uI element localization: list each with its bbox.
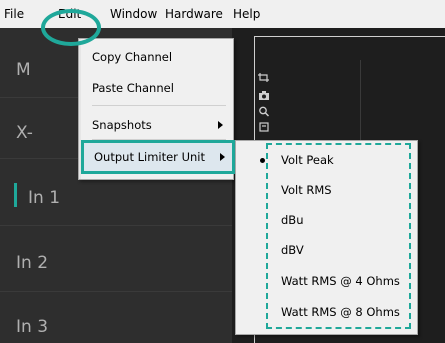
channel-divider xyxy=(0,225,232,226)
edit-menu-highlight-circle xyxy=(41,9,101,46)
menu-hardware[interactable]: Hardware xyxy=(165,7,223,21)
active-channel-marker xyxy=(14,183,17,207)
menu-help[interactable]: Help xyxy=(233,7,260,21)
channel-row[interactable]: In 3 xyxy=(0,317,232,337)
selected-bullet-icon xyxy=(260,158,265,163)
menu-item-paste-channel[interactable]: Paste Channel xyxy=(79,74,233,102)
channel-divider xyxy=(0,291,232,292)
submenu-arrow-icon xyxy=(218,121,223,129)
menu-file[interactable]: File xyxy=(4,7,24,21)
menu-item-copy-channel[interactable]: Copy Channel xyxy=(79,43,233,71)
camera-icon[interactable] xyxy=(258,90,270,101)
menu-item-output-limiter-unit[interactable]: Output Limiter Unit xyxy=(81,140,235,174)
submenu-highlight-dashed-box xyxy=(266,143,411,329)
menu-item-label: Snapshots xyxy=(92,118,152,132)
submenu-arrow-icon xyxy=(220,153,225,161)
menu-item-snapshots[interactable]: Snapshots xyxy=(79,111,233,139)
channel-row-active[interactable]: In 1 xyxy=(0,188,232,208)
crop-icon[interactable] xyxy=(258,72,270,83)
grid-line xyxy=(360,60,361,140)
menu-separator xyxy=(92,105,226,106)
menu-item-label: Output Limiter Unit xyxy=(84,143,232,171)
select-icon[interactable] xyxy=(258,121,270,132)
menu-window[interactable]: Window xyxy=(110,7,157,21)
channel-row[interactable]: In 2 xyxy=(0,253,232,273)
zoom-icon[interactable] xyxy=(258,106,270,117)
